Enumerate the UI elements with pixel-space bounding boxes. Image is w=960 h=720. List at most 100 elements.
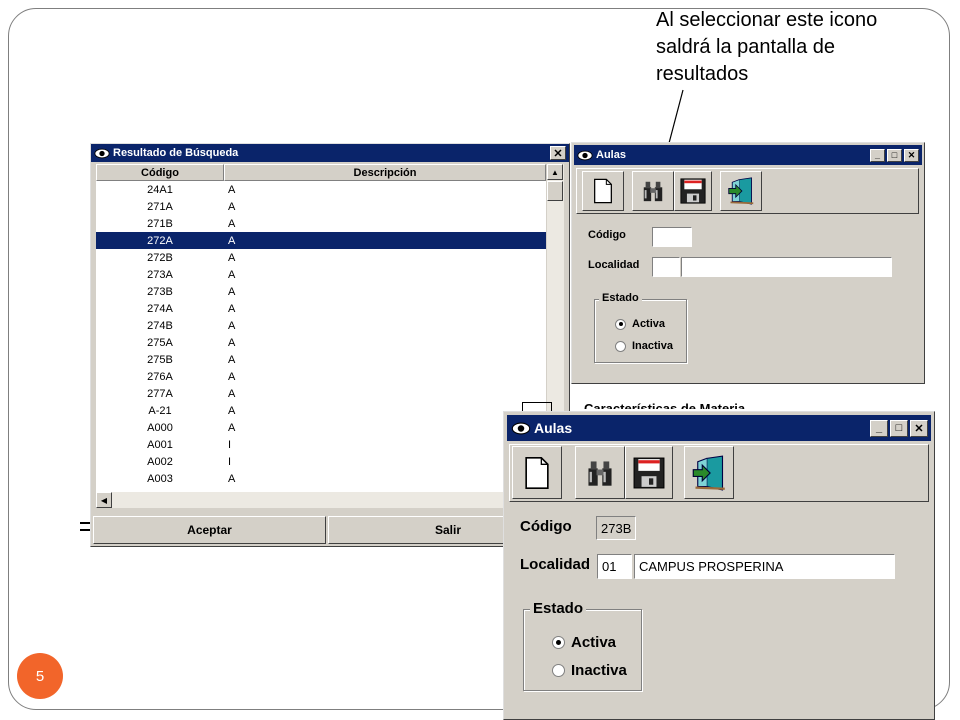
close-button[interactable]: ✕ [550,146,566,160]
save-disk-icon [633,457,665,489]
radio-inactiva-circle[interactable] [615,340,626,352]
radio-activa-circle[interactable] [552,636,565,649]
table-row[interactable]: 273B A [96,283,546,300]
cell-descripcion: A [228,370,236,383]
cell-codigo: 24A1 [147,183,173,196]
radio-inactiva-label: Inactiva [632,340,673,352]
codigo-field[interactable]: 273B [596,516,636,540]
table-row[interactable]: 273A A [96,266,546,283]
localidad-label: Localidad [588,259,640,271]
table-row[interactable]: 272B A [96,249,546,266]
exit-door-icon [691,455,727,491]
search-button[interactable] [632,171,674,211]
radio-activa-circle[interactable] [615,318,626,330]
save-button[interactable] [625,446,673,499]
table-row[interactable]: 271A A [96,198,546,215]
scroll-left-button[interactable]: ◀ [96,492,112,508]
grid-header: Código Descripción [96,164,546,181]
table-row[interactable]: A000 A [96,419,546,436]
table-row[interactable]: 274B A [96,317,546,334]
cell-descripcion: A [228,285,236,298]
cell-codigo: 271B [147,217,173,230]
table-row[interactable]: 272A A [96,232,546,249]
table-row[interactable]: A-21 A [96,402,546,419]
accept-button[interactable]: Aceptar [93,516,326,544]
search-button[interactable] [575,446,625,499]
cell-descripcion: A [228,268,236,281]
cell-codigo: 272A [147,234,173,247]
eye-icon [94,148,110,159]
table-row[interactable]: 24A1 A [96,181,546,198]
estado-legend: Estado [599,292,642,304]
close-button[interactable]: ✕ [904,148,919,162]
window-title: Aulas [596,149,626,161]
cell-codigo: 273B [147,285,173,298]
localidad-code-field[interactable] [652,257,680,277]
results-grid: Código Descripción 24A1 A 271A A 271B A 272A A 2… [96,164,546,508]
cell-codigo: A-21 [148,404,172,417]
grid-body: 24A1 A 271A A 271B A 272A A 272B A 273A A 273B A 274A A… [96,181,546,487]
scroll-thumb[interactable] [547,181,563,201]
radio-inactiva[interactable]: Inactiva [552,662,627,679]
table-row[interactable]: 277A A [96,385,546,402]
radio-inactiva-label: Inactiva [571,662,627,679]
codigo-field[interactable] [652,227,692,247]
codigo-label: Código [520,518,572,535]
localidad-code-field[interactable]: 01 [597,554,632,579]
cell-codigo: 274A [147,302,173,315]
table-row[interactable]: A002 I [96,453,546,470]
exit-tool-button[interactable] [684,446,734,499]
cell-descripcion: A [228,404,236,417]
radio-activa-label: Activa [632,318,666,330]
new-document-icon [524,456,550,490]
radio-activa[interactable]: Activa [615,318,665,330]
new-document-icon [593,178,613,204]
estado-groupbox: Estado Activa Inactiva [594,292,687,363]
cell-codigo: 275A [147,336,173,349]
save-button[interactable] [674,171,712,211]
cell-descripcion: A [228,302,236,315]
aulas-large-titlebar: Aulas _ □ ✕ [507,415,931,441]
cell-descripcion: A [228,234,236,247]
minimize-button[interactable]: _ [870,419,888,437]
table-row[interactable]: 276A A [96,368,546,385]
maximize-button[interactable]: □ [890,419,908,437]
maximize-button[interactable]: □ [887,148,902,162]
close-button[interactable]: ✕ [910,419,928,437]
codigo-label: Código [588,229,626,241]
table-row[interactable]: 275A A [96,334,546,351]
radio-inactiva[interactable]: Inactiva [615,340,673,352]
cell-codigo: 277A [147,387,173,400]
binoculars-icon [585,458,615,488]
cell-descripcion: I [228,438,232,451]
new-button[interactable] [582,171,624,211]
localidad-name-field[interactable]: CAMPUS PROSPERINA [634,554,895,579]
table-row[interactable]: 274A A [96,300,546,317]
table-row[interactable]: A001 I [96,436,546,453]
table-row[interactable]: 271B A [96,215,546,232]
cell-codigo: 275B [147,353,173,366]
column-header-descripcion[interactable]: Descripción [224,164,546,181]
accept-label: Aceptar [187,523,232,537]
cell-codigo: A003 [147,472,173,485]
cell-codigo: A000 [147,421,173,434]
radio-inactiva-circle[interactable] [552,664,565,677]
localidad-name-field[interactable] [681,257,892,277]
exit-tool-button[interactable] [720,171,762,211]
aulas-small-titlebar: Aulas _ □ ✕ [574,145,922,165]
table-row[interactable]: 275B A [96,351,546,368]
radio-activa[interactable]: Activa [552,634,616,651]
column-header-codigo[interactable]: Código [96,164,224,181]
cell-codigo: A002 [147,455,173,468]
minimize-button[interactable]: _ [870,148,885,162]
table-row[interactable]: A003 A [96,470,546,487]
cell-codigo: 271A [147,200,173,213]
eye-icon [511,422,531,435]
scroll-up-button[interactable]: ▲ [547,164,563,180]
window-title: Aulas [534,420,573,436]
horizontal-scrollbar[interactable]: ◀ [96,492,547,508]
new-button[interactable] [512,446,562,499]
cell-codigo: 276A [147,370,173,383]
exit-label: Salir [434,523,461,537]
window-title: Resultado de Búsqueda [113,147,239,159]
